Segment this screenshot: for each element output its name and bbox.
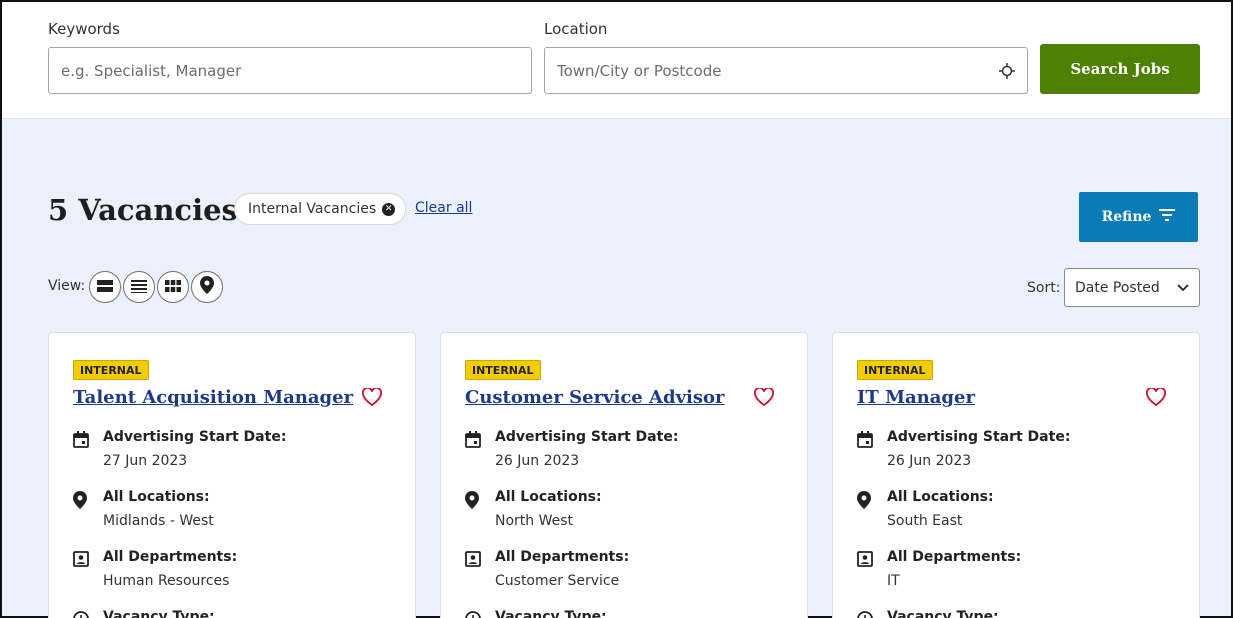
favorite-heart-icon[interactable] — [754, 387, 774, 407]
vacancy-type-label: Vacancy Type: — [103, 609, 215, 618]
chevron-down-icon — [1177, 280, 1189, 296]
sort-value: Date Posted — [1075, 279, 1160, 296]
department-label: All Departments: — [887, 549, 1022, 565]
internal-badge: INTERNAL — [73, 360, 149, 380]
results-area: 5 Vacancies Internal Vacancies ✕ Clear a… — [2, 119, 1231, 618]
badge-id-icon — [857, 551, 875, 569]
view-list-large-button[interactable] — [89, 271, 121, 303]
job-title-link[interactable]: Customer Service Advisor — [465, 387, 725, 408]
start-date-label: Advertising Start Date: — [495, 429, 679, 445]
map-pin-icon — [857, 491, 875, 509]
location-label: All Locations: — [495, 489, 602, 505]
vacancy-type-label: Vacancy Type: — [887, 609, 999, 618]
search-bar: Keywords e.g. Specialist, Manager Locati… — [2, 2, 1231, 119]
calendar-icon — [465, 431, 483, 449]
department-label: All Departments: — [103, 549, 238, 565]
department-value: IT — [887, 573, 900, 589]
start-date-label: Advertising Start Date: — [887, 429, 1071, 445]
location-label: All Locations: — [887, 489, 994, 505]
department-value: Human Resources — [103, 573, 230, 589]
filter-lines-icon — [1159, 209, 1176, 225]
refine-label: Refine — [1101, 209, 1152, 225]
rows-icon — [97, 278, 113, 297]
keywords-placeholder: e.g. Specialist, Manager — [61, 61, 242, 80]
department-value: Customer Service — [495, 573, 620, 589]
location-value: North West — [495, 513, 574, 529]
job-card: INTERNAL Customer Service Advisor Advert… — [440, 332, 808, 618]
start-date-label: Advertising Start Date: — [103, 429, 287, 445]
start-date-value: 26 Jun 2023 — [495, 453, 580, 469]
view-grid-button[interactable] — [157, 271, 189, 303]
sort-select[interactable]: Date Posted — [1064, 268, 1200, 307]
search-jobs-button[interactable]: Search Jobs — [1040, 44, 1200, 94]
location-value: South East — [887, 513, 963, 529]
grid-icon — [165, 278, 181, 297]
favorite-heart-icon[interactable] — [362, 387, 382, 407]
start-date-value: 27 Jun 2023 — [103, 453, 188, 469]
clock-icon — [857, 611, 875, 618]
location-label: All Locations: — [103, 489, 210, 505]
remove-filter-icon[interactable]: ✕ — [382, 202, 396, 216]
keywords-input[interactable]: e.g. Specialist, Manager — [48, 47, 532, 94]
calendar-icon — [857, 431, 875, 449]
badge-id-icon — [465, 551, 483, 569]
map-pin-icon — [200, 276, 214, 298]
location-value: Midlands - West — [103, 513, 214, 529]
badge-id-icon — [73, 551, 91, 569]
filter-chip-internal[interactable]: Internal Vacancies ✕ — [234, 193, 407, 225]
clear-all-link[interactable]: Clear all — [415, 200, 472, 216]
clock-icon — [465, 611, 483, 618]
job-card: INTERNAL IT Manager Advertising Start Da… — [832, 332, 1200, 618]
sort-label: Sort: — [1027, 280, 1061, 296]
vacancy-type-label: Vacancy Type: — [495, 609, 607, 618]
refine-button[interactable]: Refine — [1079, 192, 1198, 242]
location-label: Location — [544, 20, 608, 38]
map-pin-icon — [73, 491, 91, 509]
view-map-button[interactable] — [191, 271, 223, 303]
calendar-icon — [73, 431, 91, 449]
internal-badge: INTERNAL — [465, 360, 541, 380]
map-pin-icon — [465, 491, 483, 509]
start-date-value: 26 Jun 2023 — [887, 453, 972, 469]
crosshair-icon[interactable] — [999, 62, 1015, 79]
view-label: View: — [48, 278, 86, 294]
view-list-compact-button[interactable] — [123, 271, 155, 303]
internal-badge: INTERNAL — [857, 360, 933, 380]
favorite-heart-icon[interactable] — [1146, 387, 1166, 407]
keywords-label: Keywords — [48, 20, 120, 38]
job-title-link[interactable]: IT Manager — [857, 387, 975, 408]
filter-chip-label: Internal Vacancies — [248, 201, 377, 217]
clock-icon — [73, 611, 91, 618]
list-icon — [131, 278, 147, 297]
location-input[interactable]: Town/City or Postcode — [544, 47, 1028, 94]
location-placeholder: Town/City or Postcode — [557, 61, 722, 80]
vacancy-count: 5 Vacancies — [48, 193, 238, 227]
job-title-link[interactable]: Talent Acquisition Manager — [73, 387, 353, 408]
job-card: INTERNAL Talent Acquisition Manager Adve… — [48, 332, 416, 618]
department-label: All Departments: — [495, 549, 630, 565]
